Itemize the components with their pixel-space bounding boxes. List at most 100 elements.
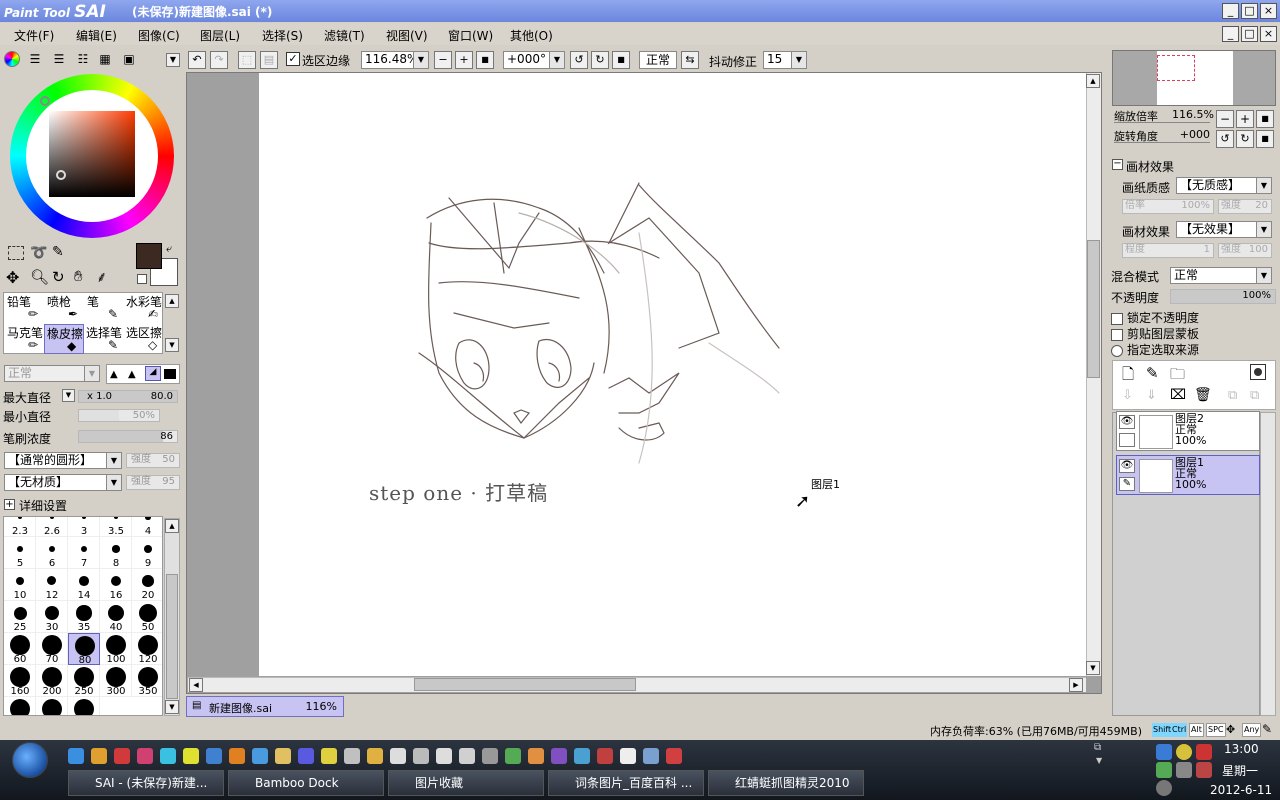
nav-zoom-out-icon[interactable]: − <box>1216 110 1234 128</box>
doc-minimize-icon[interactable]: _ <box>1222 26 1239 42</box>
quick-launch-icon[interactable] <box>413 748 429 764</box>
brush-size-cell[interactable]: 200 <box>36 665 68 697</box>
brush-size-cell[interactable]: 120 <box>132 633 162 665</box>
shape-strength-slider[interactable]: 强度 50 <box>126 453 180 468</box>
clear-layer-icon[interactable]: ⌧ <box>1170 387 1186 403</box>
tray-arrow-icon[interactable]: ▼ <box>1096 756 1102 765</box>
tray-volume-icon[interactable] <box>1156 780 1172 796</box>
nav-rotate-reset-icon[interactable]: ■ <box>1256 130 1274 148</box>
brush-size-cell[interactable]: 160 <box>4 665 36 697</box>
new-folder-icon[interactable]: 🗀︎ <box>1170 364 1185 389</box>
size-scroll-down-icon[interactable]: ▼ <box>165 700 179 714</box>
brush-size-cell[interactable]: 20 <box>132 569 162 601</box>
tool-airbrush[interactable]: 喷枪 ✒ <box>44 293 84 323</box>
edge-flat-icon[interactable] <box>164 369 176 379</box>
nav-zoom-slider[interactable] <box>1114 122 1210 125</box>
menu-layer[interactable]: 图层(L) <box>200 27 240 44</box>
rotate-reset-icon[interactable]: ■ <box>612 51 630 69</box>
max-diameter-slider[interactable]: x 1.0 80.0 <box>78 390 178 403</box>
tool-select-eraser[interactable]: 选区擦 ◇ <box>124 324 164 354</box>
zoom-reset-icon[interactable]: ■ <box>476 51 494 69</box>
quick-launch-icon[interactable] <box>183 748 199 764</box>
quick-launch-icon[interactable] <box>275 748 291 764</box>
brush-size-cell[interactable]: 350 <box>132 665 162 697</box>
paint-brush-icon[interactable]: ✎ <box>1119 477 1135 491</box>
min-diameter-slider[interactable]: 50% <box>78 409 160 422</box>
brush-size-cell[interactable]: 250 <box>68 665 100 697</box>
quick-launch-icon[interactable] <box>390 748 406 764</box>
menu-view[interactable]: 视图(V) <box>386 27 428 44</box>
new-linework-layer-icon[interactable]: ✎ <box>1146 364 1159 382</box>
brush-size-cell[interactable]: 35 <box>68 601 100 633</box>
deselect-icon[interactable]: ⬚ <box>238 51 256 69</box>
hue-marker[interactable] <box>40 96 50 106</box>
saturation-value-square[interactable] <box>49 111 135 197</box>
quick-launch-icon[interactable] <box>206 748 222 764</box>
tray-tool-icon[interactable] <box>1196 744 1212 760</box>
quick-launch-icon[interactable] <box>597 748 613 764</box>
layer-opacity-slider[interactable]: 100% <box>1170 289 1276 304</box>
flip-horizontal-icon[interactable]: ⇆ <box>681 51 699 69</box>
invert-selection-icon[interactable]: ▤ <box>260 51 278 69</box>
lasso-icon[interactable]: ➰ <box>30 245 47 261</box>
quick-launch-icon[interactable] <box>505 748 521 764</box>
start-button-icon[interactable] <box>12 742 48 778</box>
transfer-down-icon[interactable]: ⇩ <box>1122 388 1133 403</box>
tray-security-icon[interactable] <box>1196 762 1212 778</box>
rotate-right-icon[interactable]: ↻ <box>591 51 609 69</box>
navigator-viewport[interactable] <box>1157 55 1195 81</box>
collapse-effect-icon[interactable]: − <box>1112 159 1123 170</box>
quick-launch-icon[interactable] <box>574 748 590 764</box>
quick-launch-icon[interactable] <box>344 748 360 764</box>
hsv-slider-tab-icon[interactable]: ☰ <box>50 51 68 67</box>
brush-shape-select[interactable]: 【通常的圆形】 ▼ <box>4 452 122 469</box>
angle-select[interactable]: +000° ▼ <box>503 51 565 69</box>
layer-row-selected[interactable]: 👁︎ ✎ 图层1 正常 100% <box>1116 455 1260 495</box>
lock-opacity-option[interactable]: 锁定不透明度 <box>1111 309 1199 326</box>
clock-weekday[interactable]: 星期一 <box>1222 762 1258 779</box>
rotate-icon[interactable]: ↻ <box>52 268 65 286</box>
tray-display-icon[interactable] <box>1176 762 1192 778</box>
h-scroll-thumb[interactable] <box>414 678 636 691</box>
selection-source-option[interactable]: 指定选取来源 <box>1111 341 1199 358</box>
transparent-color-icon[interactable] <box>137 274 147 284</box>
menu-file[interactable]: 文件(F) <box>14 27 54 44</box>
layer-row[interactable]: 👁︎ 图层2 正常 100% <box>1116 411 1260 451</box>
edge-soft-icon[interactable]: ▲ <box>110 369 118 380</box>
brush-size-cell[interactable]: 8 <box>100 537 132 569</box>
quick-launch-icon[interactable] <box>91 748 107 764</box>
nav-angle-slider[interactable] <box>1114 142 1210 145</box>
tool-watercolor[interactable]: 水彩笔 ✍ <box>124 293 164 323</box>
paper-strength-slider[interactable]: 强度 20 <box>1218 199 1272 214</box>
flatten-icon[interactable]: ⧉ <box>1250 388 1259 403</box>
paper-select[interactable]: 【无质感】 ▼ <box>1176 177 1272 194</box>
layer-blend-select[interactable]: 正常 ▼ <box>1170 267 1272 284</box>
tool-eraser[interactable]: 橡皮擦 ◆ <box>44 324 84 354</box>
quick-launch-icon[interactable] <box>436 748 452 764</box>
menu-other[interactable]: 其他(O) <box>510 27 553 44</box>
zoom-icon[interactable]: 🔍︎ <box>30 268 49 286</box>
brush-size-cell[interactable]: 80 <box>68 633 100 666</box>
zoom-out-icon[interactable]: − <box>434 51 452 69</box>
tray-qq-icon[interactable] <box>1156 762 1172 778</box>
redo-icon[interactable]: ↷ <box>210 51 228 69</box>
horizontal-scrollbar[interactable] <box>188 677 1086 692</box>
brush-size-cell[interactable]: 25 <box>4 601 36 633</box>
doc-restore-icon[interactable]: □ <box>1241 26 1258 42</box>
rotate-left-icon[interactable]: ↺ <box>570 51 588 69</box>
quick-launch-icon[interactable] <box>482 748 498 764</box>
show-selection-checkbox[interactable]: ✓ <box>286 52 300 66</box>
undo-icon[interactable]: ↶ <box>188 51 206 69</box>
color-wheel-tab-icon[interactable] <box>4 51 20 67</box>
brush-size-cell[interactable]: 2.3 <box>4 517 36 537</box>
menu-image[interactable]: 图像(C) <box>138 27 180 44</box>
size-scroll-thumb[interactable] <box>166 574 178 699</box>
density-slider[interactable]: 86 <box>78 430 178 443</box>
zoom-select[interactable]: 116.48% ▼ <box>361 51 429 69</box>
sv-marker[interactable] <box>56 170 66 180</box>
brush-size-cell[interactable]: 12 <box>36 569 68 601</box>
quick-launch-icon[interactable] <box>137 748 153 764</box>
swatch-tab-icon[interactable]: ▦ <box>96 51 114 67</box>
brush-size-cell[interactable]: 4 <box>132 517 162 537</box>
menu-select[interactable]: 选择(S) <box>262 27 303 44</box>
